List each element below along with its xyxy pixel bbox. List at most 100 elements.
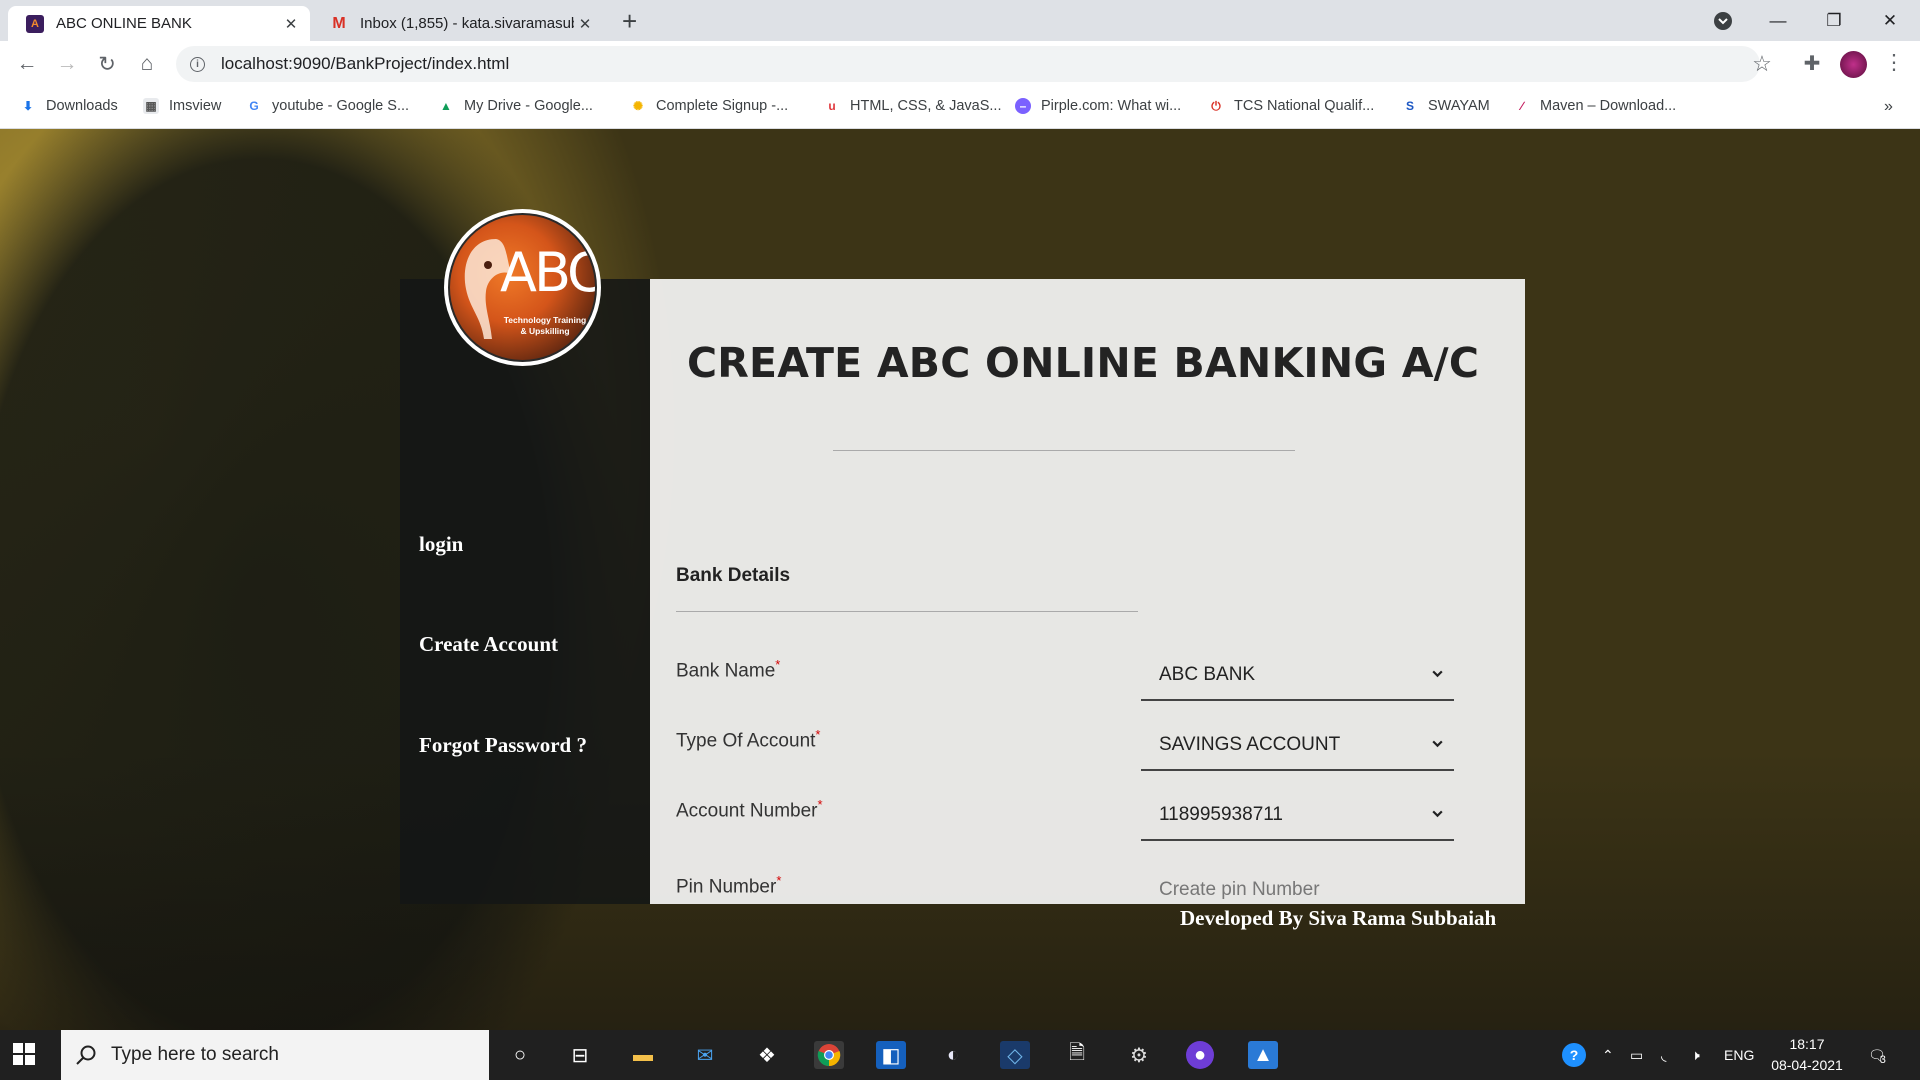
bookmark-label: Pirple.com: What wi... xyxy=(1041,98,1182,114)
account-number-value: 118995938711 xyxy=(1159,804,1283,825)
page-background: login Create Account Forgot Password ? A… xyxy=(0,129,1920,1030)
bank-name-select[interactable]: ABC BANK xyxy=(1141,651,1454,701)
settings-gear-icon[interactable]: ⚙ xyxy=(1124,1041,1154,1069)
battery-icon[interactable]: ▭ xyxy=(1630,1030,1643,1080)
account-type-value: SAVINGS ACCOUNT xyxy=(1159,734,1341,755)
bookmark-tcs-national[interactable]: ⏻ TCS National Qualif... xyxy=(1208,98,1374,114)
close-tab-icon[interactable]: ✕ xyxy=(574,15,596,33)
bookmark-star-icon[interactable]: ☆ xyxy=(1748,51,1776,77)
download-icon: ⬇ xyxy=(22,99,34,113)
bookmark-pirple[interactable]: – Pirple.com: What wi... xyxy=(1015,98,1181,114)
bookmark-youtube-google[interactable]: Gyoutube - Google S... xyxy=(246,98,409,114)
account-type-label: Type Of Account* xyxy=(676,727,821,752)
tab-abc-online-bank[interactable]: A ABC ONLINE BANK ✕ xyxy=(8,6,310,41)
bookmark-swayam[interactable]: S SWAYAM xyxy=(1402,98,1490,114)
bookmark-html-css-js[interactable]: u HTML, CSS, & JavaS... xyxy=(824,98,1002,114)
mail-icon[interactable]: ✉ xyxy=(690,1041,720,1069)
back-arrow-icon[interactable]: ← xyxy=(13,52,41,76)
tab-title: Inbox (1,855) - kata.sivaramasubb xyxy=(360,15,574,32)
restore-icon[interactable]: ❐ xyxy=(1806,0,1862,41)
eclipse-icon[interactable]: ◐ xyxy=(938,1041,968,1069)
more-bookmarks-chevron-icon[interactable]: » xyxy=(1884,98,1893,116)
pirple-icon: – xyxy=(1015,98,1031,114)
home-icon[interactable]: ⌂ xyxy=(133,52,161,76)
bookmark-maven[interactable]: ∕ Maven – Download... xyxy=(1514,98,1676,114)
tray-chevron-up-icon[interactable]: ⌃ xyxy=(1602,1030,1614,1080)
gmail-favicon-icon: M xyxy=(332,14,346,32)
extensions-puzzle-icon[interactable]: ✚ xyxy=(1798,51,1826,76)
feather-icon: ∕ xyxy=(1520,99,1523,113)
forward-arrow-icon[interactable]: → xyxy=(53,52,81,76)
dropbox-icon[interactable]: ❖ xyxy=(752,1041,782,1069)
taskbar-clock[interactable]: 18:17 08-04-2021 xyxy=(1762,1034,1852,1076)
minimize-icon[interactable]: — xyxy=(1750,0,1806,41)
wifi-icon[interactable]: ◟ xyxy=(1661,1030,1666,1080)
bookmark-downloads[interactable]: ⬇ Downloads xyxy=(20,98,118,114)
tab-gmail-inbox[interactable]: M Inbox (1,855) - kata.sivaramasubb ✕ xyxy=(312,6,604,41)
chrome-icon[interactable] xyxy=(814,1041,844,1069)
taskbar: Type here to search ○ ⊟ ▬ ✉ ❖ ◧ ◐ ◇ 🗎 ⚙ … xyxy=(0,1030,1920,1080)
pin-number-input[interactable]: Create pin Number xyxy=(1159,879,1320,901)
new-tab-plus-icon[interactable]: + xyxy=(622,6,637,36)
tab-search-icon[interactable] xyxy=(1695,0,1751,41)
search-placeholder: Type here to search xyxy=(111,1044,279,1065)
url-text[interactable]: localhost:9090/BankProject/index.html xyxy=(221,54,509,74)
required-asterisk: * xyxy=(815,727,821,742)
close-tab-icon[interactable]: ✕ xyxy=(280,15,302,33)
language-indicator[interactable]: ENG xyxy=(1724,1030,1754,1080)
browser-tab-strip: A ABC ONLINE BANK ✕ M Inbox (1,855) - ka… xyxy=(0,0,1920,41)
logo-text: ABC xyxy=(500,241,597,304)
swayam-icon: S xyxy=(1405,99,1414,113)
bookmark-imsview[interactable]: ▦ Imsview xyxy=(143,98,221,114)
volume-muted-icon[interactable]: 🕨 xyxy=(1691,1030,1700,1080)
bookmark-my-drive[interactable]: ▲ My Drive - Google... xyxy=(438,98,593,114)
file-explorer-icon[interactable]: ▬ xyxy=(628,1041,658,1069)
account-number-select[interactable]: 118995938711 xyxy=(1141,791,1454,841)
clock-time: 18:17 xyxy=(1789,1036,1825,1052)
bank-name-label: Bank Name* xyxy=(676,657,781,682)
bookmark-label: Imsview xyxy=(169,98,222,114)
bookmark-complete-signup[interactable]: ✺ Complete Signup -... xyxy=(630,98,788,114)
app-tile-icon[interactable]: ◧ xyxy=(876,1041,906,1069)
close-window-icon[interactable]: ✕ xyxy=(1862,0,1918,41)
task-view-icon[interactable]: ⊟ xyxy=(565,1041,595,1069)
chevron-down-icon xyxy=(1432,740,1443,748)
mysql-workbench-icon[interactable]: ◇ xyxy=(1000,1041,1030,1069)
bookmark-label: HTML, CSS, & JavaS... xyxy=(850,98,1002,114)
notifications-icon[interactable]: 🗨 3 xyxy=(1868,1030,1886,1080)
bookmark-label: SWAYAM xyxy=(1428,98,1490,114)
developer-credit: Developed By Siva Rama Subbaiah xyxy=(1180,906,1497,930)
bookmark-label: Downloads xyxy=(46,98,118,114)
profile-avatar[interactable] xyxy=(1840,51,1867,78)
create-account-form: CREATE ABC ONLINE BANKING A/C Bank Detai… xyxy=(650,279,1525,904)
sidebar-panel: login Create Account Forgot Password ? xyxy=(400,279,650,904)
section-title-bank-details: Bank Details xyxy=(676,565,791,586)
account-type-select[interactable]: SAVINGS ACCOUNT xyxy=(1141,721,1454,771)
reload-icon[interactable]: ↻ xyxy=(93,52,121,77)
menu-kebab-icon[interactable]: ⋮ xyxy=(1880,50,1908,75)
bookmark-label: Complete Signup -... xyxy=(656,98,789,114)
bookmark-label: My Drive - Google... xyxy=(464,98,593,114)
windows-start-icon[interactable] xyxy=(12,1042,36,1066)
required-asterisk: * xyxy=(775,657,781,672)
sidebar-link-forgot-password[interactable]: Forgot Password ? xyxy=(419,733,587,758)
taskbar-search-input[interactable]: Type here to search xyxy=(61,1030,489,1080)
clock-date: 08-04-2021 xyxy=(1771,1057,1843,1073)
site-info-icon[interactable]: i xyxy=(190,56,205,72)
required-asterisk: * xyxy=(776,873,782,888)
address-bar[interactable]: i localhost:9090/BankProject/index.html xyxy=(176,46,1760,82)
tab-title: ABC ONLINE BANK xyxy=(56,15,192,32)
help-icon[interactable]: ? xyxy=(1562,1030,1586,1080)
bookmarks-bar: ⬇ Downloads ▦ Imsview Gyoutube - Google S.… xyxy=(0,88,1920,129)
photos-icon[interactable]: ▲ xyxy=(1248,1041,1278,1069)
page-icon: ▦ xyxy=(143,98,159,114)
sidebar-link-login[interactable]: login xyxy=(419,532,463,557)
search-icon xyxy=(76,1045,96,1065)
bookmark-label: youtube - Google S... xyxy=(272,98,410,114)
sun-icon: ✺ xyxy=(632,99,644,113)
github-icon[interactable]: ● xyxy=(1186,1041,1214,1069)
cortana-icon[interactable]: ○ xyxy=(505,1041,535,1069)
document-icon[interactable]: 🗎 xyxy=(1062,1041,1092,1069)
chevron-down-icon xyxy=(1432,670,1443,678)
sidebar-link-create-account[interactable]: Create Account xyxy=(419,632,558,657)
